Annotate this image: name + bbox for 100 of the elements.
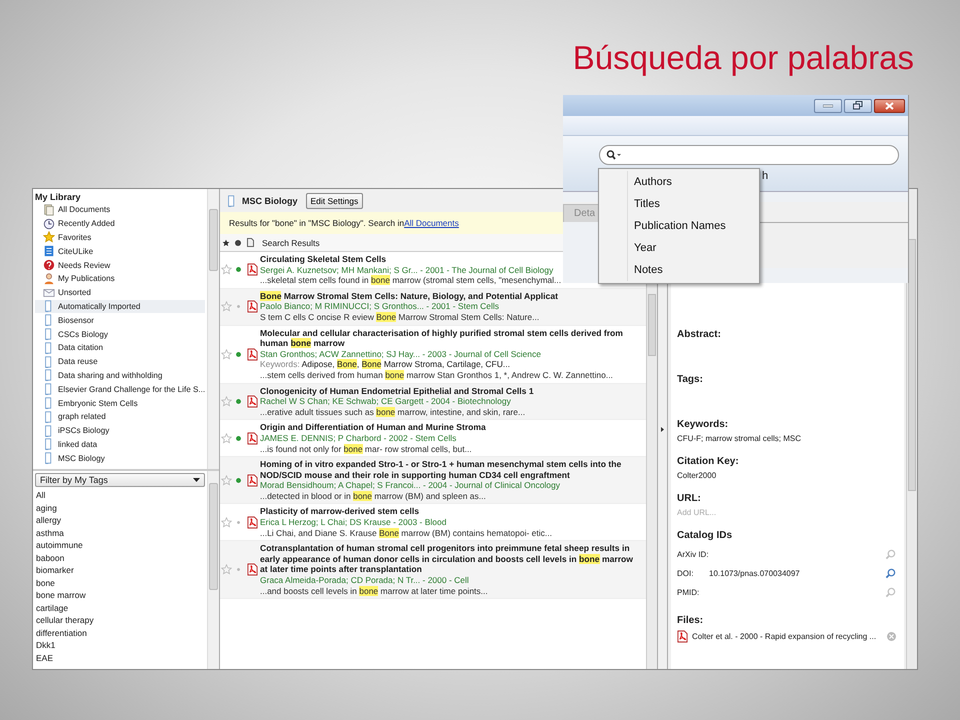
result-title[interactable]: Cotransplantation of human stromal cell progenitors into preimmune fetal sheep results in early appearance of human donor cells in circulation and boosts cell levels in bone marrow at later time points after transplantation [260, 543, 642, 576]
pdf-icon [677, 630, 688, 643]
library-item[interactable]: Biosensor [35, 313, 205, 328]
unread-dot[interactable] [236, 398, 240, 404]
menu-item[interactable]: Authors [599, 171, 759, 193]
read-dot[interactable] [236, 305, 240, 308]
unread-dot[interactable] [236, 352, 240, 357]
button-label-fragment: h [762, 170, 768, 182]
star-icon[interactable] [220, 301, 232, 312]
library-item[interactable]: Favorites [35, 230, 205, 244]
column-header[interactable]: Search Results [256, 238, 320, 248]
library-item[interactable]: graph related [35, 410, 205, 424]
pdf-icon [246, 432, 258, 445]
library-item[interactable]: Recently Added [35, 216, 205, 231]
tag-item[interactable]: differentiation [35, 626, 205, 639]
unread-dot[interactable] [236, 436, 240, 441]
star-icon[interactable] [222, 238, 230, 246]
restore-button[interactable] [844, 98, 872, 112]
result-title[interactable]: Origin and Differentiation of Human and Murine Stroma [260, 422, 642, 433]
close-button[interactable] [874, 98, 905, 112]
library-item[interactable]: Data sharing and withholding [35, 368, 205, 382]
result-authors: Stan Gronthos; ACW Zannettino; SJ Hay... - 2003 - Journal of Cell Science [260, 348, 542, 360]
library-item[interactable]: iPSCs Biology [35, 424, 205, 438]
star-icon[interactable] [220, 564, 232, 576]
read-dot[interactable] [236, 568, 240, 572]
library-item[interactable]: Automatically Imported [35, 300, 205, 314]
tag-item[interactable]: Dkk1 [35, 639, 205, 652]
minimize-button[interactable] [814, 98, 842, 112]
star-icon[interactable] [220, 264, 232, 276]
lookup-icon[interactable] [885, 568, 896, 579]
tag-item[interactable]: baboon [35, 552, 205, 564]
library-item[interactable]: MSC Biology [35, 451, 205, 466]
unread-dot[interactable] [236, 267, 240, 272]
result-title[interactable]: Homing of in vitro expanded Stro-1 - or Stro-1 + human mesenchymal stem cells into the NOD/SCID mouse and their role in supporting human CD34 cell engraftment [260, 459, 642, 480]
file-name[interactable]: Colter et al. - 2000 - Rapid expansion of recycling ... [692, 632, 876, 641]
scrollbar[interactable] [906, 189, 917, 669]
tag-item[interactable]: cellular therapy [35, 614, 205, 626]
library-item[interactable]: CSCs Biology [35, 327, 205, 341]
star-icon[interactable] [220, 396, 232, 407]
library-item[interactable]: My Publications [35, 272, 205, 286]
filter-dropdown[interactable]: Filter by My Tags [35, 473, 205, 487]
result-title[interactable]: Molecular and cellular characterisation of highly purified stromal stem cells derived from human bone marrow [260, 328, 642, 349]
result-title[interactable]: Clonogenicity of Human Endometrial Epithelial and Stromal Cells 1 [260, 386, 642, 396]
result-snippet: ...Li Chai, and Diane S. Krause Bone marrow (BM) contains hematopoi- etic... [260, 528, 553, 538]
section-heading: Citation Key: [677, 456, 740, 467]
scrollbar[interactable] [207, 189, 219, 469]
library-item[interactable]: Data citation [35, 340, 205, 355]
edit-settings-button[interactable]: Edit Settings [306, 192, 364, 208]
library-item[interactable]: Elsevier Grand Challenge for the Life S... [35, 382, 205, 396]
star-icon[interactable] [220, 348, 232, 360]
star-icon[interactable] [220, 516, 232, 528]
id-label: PMID: [677, 588, 700, 597]
library-item[interactable]: Needs Review [35, 258, 205, 272]
library-item[interactable]: All Documents [35, 203, 205, 217]
menu-item[interactable]: Notes [599, 259, 759, 281]
field-value[interactable]: CFU-F; marrow stromal cells; MSC [677, 434, 896, 443]
tag-item[interactable]: aging [35, 502, 205, 514]
star-icon[interactable] [220, 432, 232, 444]
list-icon [43, 245, 55, 258]
tag-item[interactable]: biomarker [35, 564, 205, 576]
library-item[interactable]: linked data [35, 438, 205, 452]
tag-item[interactable]: EAE [35, 652, 205, 664]
result-snippet: ...detected in blood or in bone marrow (BM) and spleen as... [260, 490, 487, 502]
result-title[interactable]: Plasticity of marrow-derived stem cells [260, 506, 642, 518]
all-documents-link[interactable]: All Documents [404, 218, 459, 228]
url-field[interactable]: Add URL... [677, 508, 797, 517]
field-value[interactable]: Colter2000 [677, 471, 896, 480]
tag-item[interactable]: autoimmune [35, 539, 205, 552]
menu-item[interactable]: Year [599, 237, 759, 259]
lookup-icon[interactable] [885, 587, 896, 598]
library-item[interactable]: Embryonic Stem Cells [35, 396, 205, 410]
library-item[interactable]: CiteULike [35, 244, 205, 258]
result-snippet: ...is found not only for bone mar- row stromal cells, but... [260, 444, 473, 454]
tag-item[interactable]: All [35, 489, 205, 502]
collapse-arrow-icon[interactable] [661, 426, 664, 432]
documents-icon [43, 204, 55, 216]
pdf-icon [246, 348, 258, 361]
tag-item[interactable]: allergy [35, 514, 205, 526]
id-value[interactable]: 10.1073/pnas.070034097 [709, 569, 800, 578]
scrollbar[interactable] [207, 471, 219, 669]
pdf-icon [246, 394, 258, 408]
search-field[interactable] [599, 145, 899, 165]
read-dot[interactable] [236, 520, 240, 524]
document-icon[interactable] [246, 238, 254, 247]
unread-dot[interactable] [236, 478, 240, 483]
tag-item[interactable]: cartilage [35, 602, 205, 614]
section-heading: URL: [677, 493, 702, 504]
lookup-icon[interactable] [885, 549, 896, 560]
tag-item[interactable]: bone [35, 576, 205, 589]
tag-item[interactable]: bone marrow [35, 589, 205, 602]
library-item[interactable]: Data reuse [35, 354, 205, 369]
library-item[interactable]: Unsorted [35, 286, 205, 300]
remove-icon[interactable] [887, 632, 896, 641]
caret-icon[interactable] [193, 478, 200, 482]
dot-icon[interactable] [235, 240, 241, 246]
star-icon[interactable] [220, 474, 232, 486]
menu-item[interactable]: Publication Names [599, 215, 759, 237]
search-icon[interactable] [606, 150, 622, 160]
tag-item[interactable]: asthma [35, 526, 205, 539]
menu-item[interactable]: Titles [599, 193, 759, 215]
